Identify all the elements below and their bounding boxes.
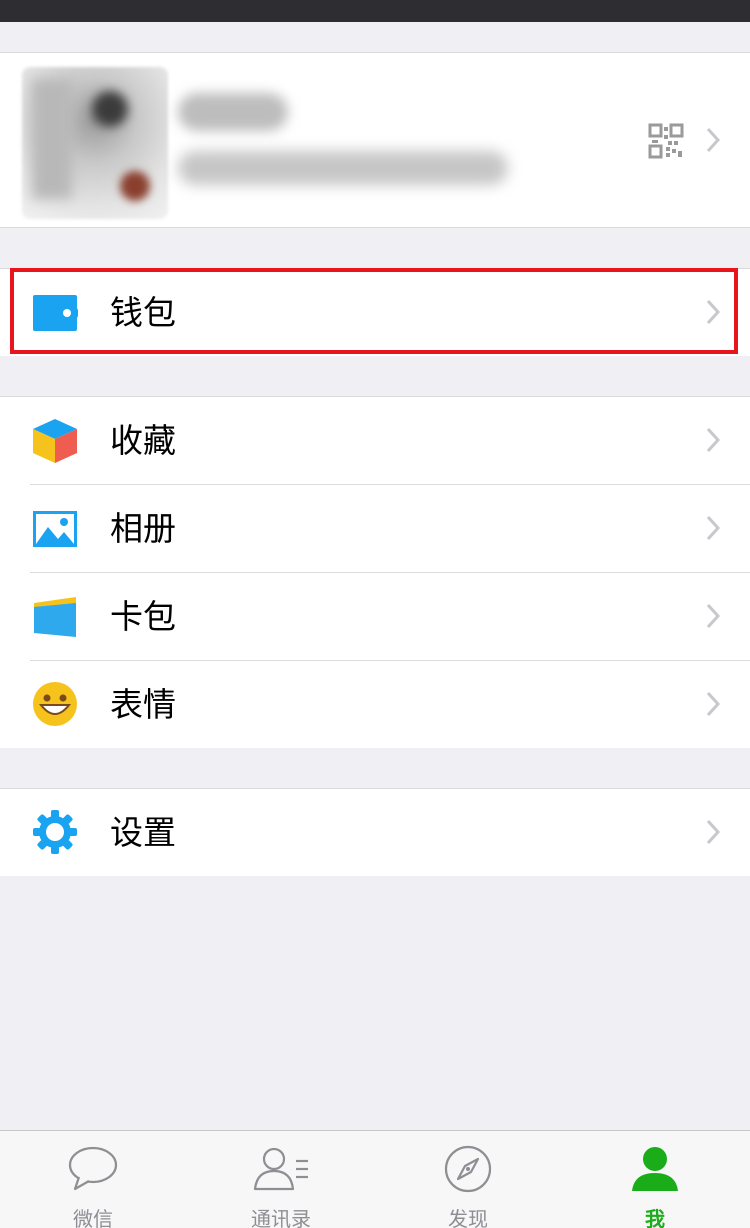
chevron-right-icon bbox=[706, 427, 720, 453]
photo-icon bbox=[33, 511, 77, 547]
chevron-right-icon bbox=[706, 819, 720, 845]
compass-icon bbox=[444, 1145, 492, 1193]
smiley-icon bbox=[33, 682, 77, 726]
tab-label: 微信 bbox=[73, 1207, 113, 1228]
menu-item-label: 钱包 bbox=[110, 293, 176, 332]
person-icon bbox=[632, 1147, 678, 1191]
cube-icon bbox=[33, 419, 77, 463]
media-group: 收藏 相册 卡包 表情 bbox=[0, 396, 750, 748]
menu-item-album[interactable]: 相册 bbox=[0, 485, 750, 572]
avatar bbox=[22, 67, 168, 219]
wallet-group: 钱包 bbox=[0, 268, 750, 356]
menu-item-label: 表情 bbox=[110, 685, 176, 724]
profile-card[interactable] bbox=[0, 52, 750, 228]
settings-group: 设置 bbox=[0, 788, 750, 876]
tab-chats[interactable]: 微信 bbox=[33, 1131, 153, 1228]
qr-code-icon[interactable] bbox=[648, 123, 684, 159]
chat-icon bbox=[68, 1146, 118, 1191]
menu-item-card-pack[interactable]: 卡包 bbox=[0, 573, 750, 660]
profile-id-blurred bbox=[178, 151, 508, 185]
menu-item-label: 收藏 bbox=[110, 421, 176, 460]
menu-item-settings[interactable]: 设置 bbox=[0, 789, 750, 876]
chevron-right-icon bbox=[706, 603, 720, 629]
menu-item-stickers[interactable]: 表情 bbox=[0, 661, 750, 748]
chevron-right-icon bbox=[706, 691, 720, 717]
profile-name-blurred bbox=[178, 93, 288, 131]
menu-item-label: 卡包 bbox=[110, 597, 176, 636]
tab-discover[interactable]: 发现 bbox=[408, 1131, 528, 1228]
status-bar bbox=[0, 0, 750, 22]
wallet-icon bbox=[33, 295, 78, 331]
tab-bar: 微信 通讯录 发现 我 bbox=[0, 1130, 750, 1228]
menu-item-label: 设置 bbox=[110, 813, 176, 852]
tab-me[interactable]: 我 bbox=[595, 1131, 715, 1228]
tab-label: 我 bbox=[645, 1207, 665, 1228]
tab-label: 通讯录 bbox=[251, 1207, 311, 1228]
chevron-right-icon bbox=[706, 515, 720, 541]
menu-item-favorites[interactable]: 收藏 bbox=[0, 397, 750, 484]
tab-contacts[interactable]: 通讯录 bbox=[221, 1131, 341, 1228]
menu-item-label: 相册 bbox=[110, 509, 176, 548]
menu-item-wallet[interactable]: 钱包 bbox=[0, 269, 750, 356]
card-icon bbox=[34, 597, 76, 637]
chevron-right-icon bbox=[706, 299, 720, 325]
tab-label: 发现 bbox=[448, 1207, 488, 1228]
gear-icon bbox=[33, 810, 77, 854]
contacts-icon bbox=[253, 1147, 308, 1191]
chevron-right-icon bbox=[706, 127, 720, 153]
